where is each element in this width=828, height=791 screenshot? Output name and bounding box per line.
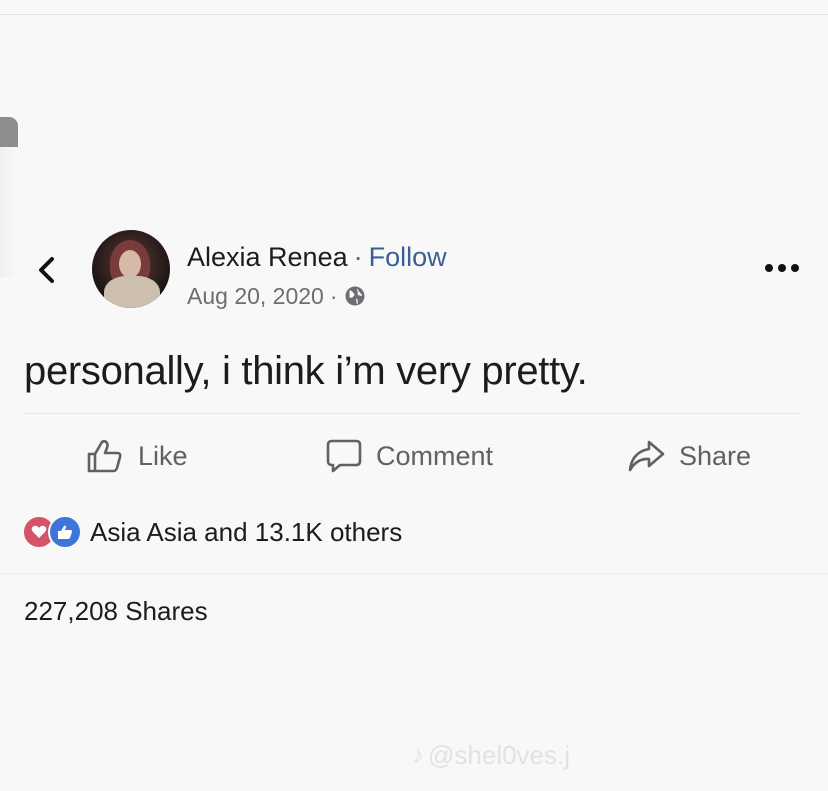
post-date[interactable]: Aug 20, 2020 — [187, 281, 324, 311]
name-separator: · — [353, 242, 363, 272]
divider-reactions — [0, 573, 828, 574]
chevron-left-icon — [39, 257, 54, 283]
comment-label: Comment — [376, 440, 494, 471]
top-divider — [0, 14, 828, 15]
comment-bubble-icon — [326, 439, 362, 473]
shares-count[interactable]: 227,208 Shares — [24, 596, 208, 627]
post-meta: Aug 20, 2020 · — [187, 281, 366, 311]
watermark: ♪ @shel0ves.j — [412, 740, 570, 771]
like-reaction-icon — [48, 515, 82, 549]
comment-button[interactable]: Comment — [326, 436, 493, 476]
author-avatar[interactable] — [92, 230, 170, 308]
reactions-text: Asia Asia and 13.1K others — [90, 516, 403, 547]
meta-separator: · — [329, 283, 338, 309]
author-name[interactable]: Alexia Renea — [187, 242, 348, 272]
share-button[interactable]: Share — [627, 436, 751, 476]
like-button[interactable]: Like — [86, 436, 188, 476]
tiktok-logo-icon: ♪ — [412, 741, 424, 769]
more-options-button[interactable] — [762, 258, 802, 278]
follow-link[interactable]: Follow — [369, 242, 447, 272]
share-arrow-icon — [628, 440, 665, 472]
side-edge-tab — [0, 117, 18, 147]
post-body-text: personally, i think i’m very pretty. — [24, 349, 588, 393]
back-button[interactable] — [30, 252, 62, 288]
avatar-face — [119, 250, 141, 278]
like-label: Like — [138, 440, 188, 471]
thumbs-up-icon — [87, 439, 122, 473]
reactions-summary[interactable]: Asia Asia and 13.1K others — [22, 514, 402, 550]
post-header-line: Alexia Renea · Follow — [187, 240, 447, 274]
more-dots-icon — [765, 264, 799, 272]
share-label: Share — [679, 440, 752, 471]
divider-actions-top — [24, 413, 802, 414]
watermark-handle: @shel0ves.j — [428, 740, 571, 770]
avatar-body — [104, 276, 160, 308]
globe-icon — [345, 286, 365, 306]
side-edge-panel — [0, 147, 18, 277]
